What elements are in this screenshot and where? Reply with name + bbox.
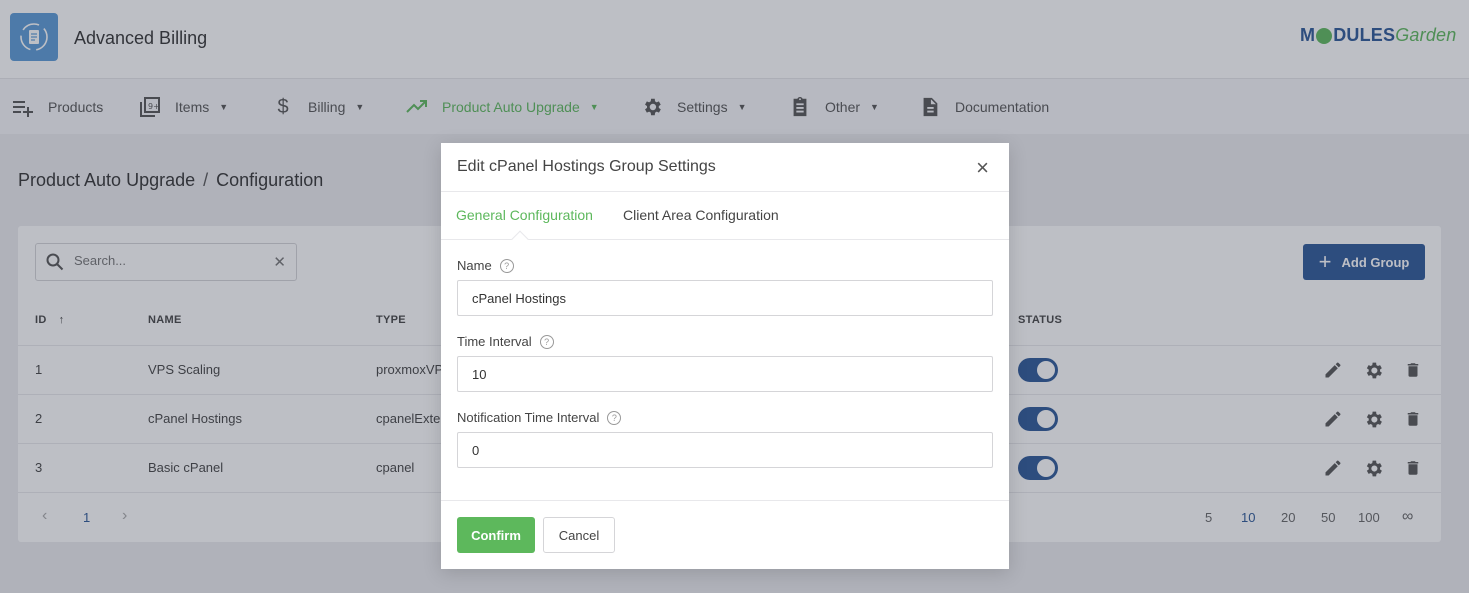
help-icon[interactable]: ? <box>499 258 514 273</box>
help-icon[interactable]: ? <box>607 410 622 425</box>
help-icon[interactable]: ? <box>539 334 554 349</box>
time-interval-field[interactable] <box>457 356 993 392</box>
close-icon[interactable]: × <box>976 157 989 179</box>
cancel-button[interactable]: Cancel <box>543 517 615 553</box>
notification-time-interval-field[interactable] <box>457 432 993 468</box>
active-tab-indicator <box>511 230 529 248</box>
notification-time-interval-label: Notification Time Interval? <box>457 410 622 425</box>
divider <box>441 191 1009 192</box>
confirm-button[interactable]: Confirm <box>457 517 535 553</box>
modal-title: Edit cPanel Hostings Group Settings <box>457 158 716 175</box>
name-label: Name? <box>457 258 514 273</box>
tab-client-area-configuration[interactable]: Client Area Configuration <box>623 207 779 223</box>
edit-group-modal: Edit cPanel Hostings Group Settings × Ge… <box>441 143 1009 569</box>
divider <box>441 500 1009 501</box>
time-interval-label: Time Interval? <box>457 334 554 349</box>
tab-general-configuration[interactable]: General Configuration <box>456 207 593 223</box>
name-field[interactable] <box>457 280 993 316</box>
